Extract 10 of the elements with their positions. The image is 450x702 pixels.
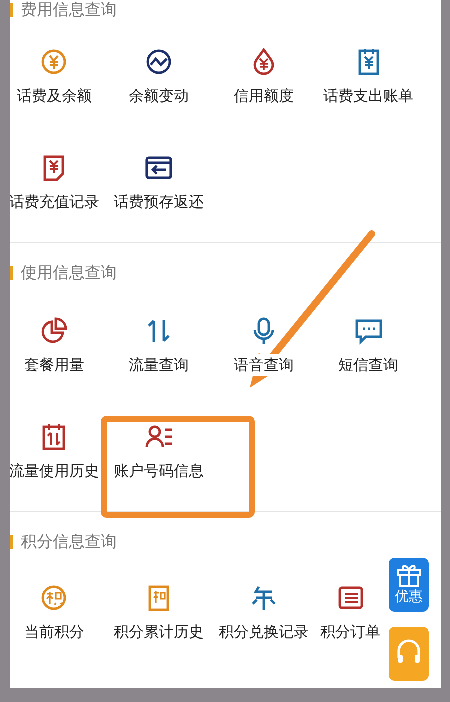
section-marker (10, 266, 13, 280)
offers-button[interactable]: 优惠 (389, 558, 429, 612)
section-marker (10, 3, 13, 17)
section-title: 积分信息查询 (21, 532, 117, 552)
pie-icon[interactable] (39, 316, 70, 346)
menu-item-label[interactable]: 语音查询 (234, 354, 294, 376)
section-title: 使用信息查询 (21, 263, 117, 283)
section-title: 费用信息查询 (21, 0, 117, 20)
section-marker (10, 535, 13, 549)
gift-icon (396, 562, 422, 586)
